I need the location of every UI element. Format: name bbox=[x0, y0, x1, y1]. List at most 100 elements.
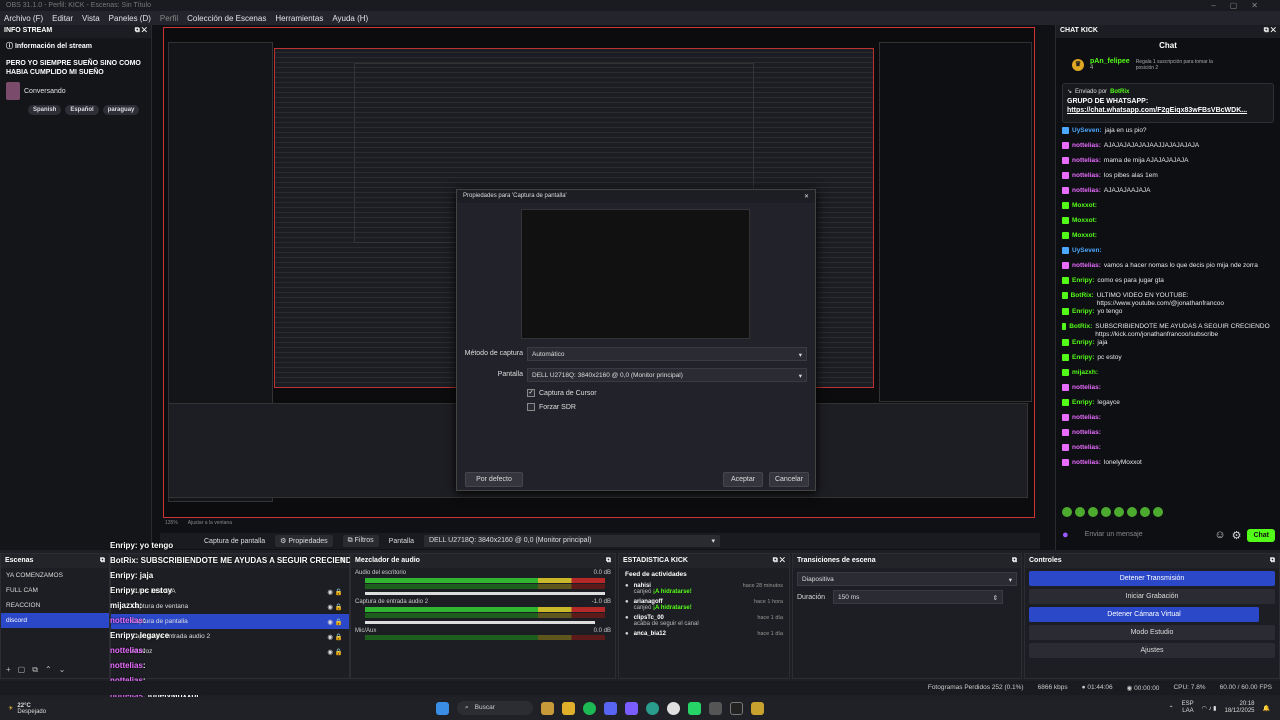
chrome-icon[interactable] bbox=[667, 701, 680, 715]
display-select[interactable]: DELL U2718Q: 3840x2160 @ 0,0 (Monitor pr… bbox=[423, 535, 720, 547]
menu-archivo[interactable]: Archivo (F) bbox=[4, 14, 43, 23]
chat-username[interactable]: nottelias: bbox=[1072, 444, 1101, 452]
obs-icon[interactable] bbox=[730, 701, 743, 715]
emote-icon[interactable] bbox=[1153, 507, 1163, 517]
menu-coleccion[interactable]: Colección de Escenas bbox=[187, 14, 266, 23]
display-select[interactable]: DELL U2718Q: 3840x2160 @ 0,0 (Monitor pr… bbox=[527, 368, 807, 382]
menu-herramientas[interactable]: Herramientas bbox=[275, 14, 323, 23]
chat-username[interactable]: nottelias: bbox=[1072, 429, 1101, 437]
menu-vista[interactable]: Vista bbox=[82, 14, 100, 23]
chat-username[interactable]: UySeven: bbox=[1072, 247, 1102, 255]
scene-controls[interactable]: +▢⧉⌃⌄ bbox=[6, 665, 72, 675]
dock-float-icon[interactable]: ⧉ bbox=[100, 557, 105, 565]
chat-username[interactable]: nottelias: bbox=[1072, 459, 1101, 467]
dock-float-icon[interactable]: ⧉ bbox=[606, 557, 611, 565]
emote-icon[interactable] bbox=[1075, 507, 1085, 517]
sdr-checkbox[interactable]: Forzar SDR bbox=[527, 403, 576, 411]
folder-icon[interactable] bbox=[562, 701, 575, 715]
clock[interactable]: 20:18 18/12/2025 bbox=[1224, 701, 1254, 715]
chat-username[interactable]: Enripy: bbox=[1072, 399, 1094, 407]
chat-username[interactable]: mijazxh: bbox=[1072, 369, 1098, 377]
chat-username[interactable]: Enripy: bbox=[1072, 277, 1094, 285]
wifi-icon[interactable]: ◠ ♪ ▮ bbox=[1202, 705, 1217, 712]
chat-username[interactable]: nottelias: bbox=[1072, 142, 1101, 150]
language-indicator[interactable]: ESP LAA bbox=[1182, 701, 1194, 715]
menu-paneles[interactable]: Paneles (D) bbox=[109, 14, 151, 23]
tag[interactable]: paraguay bbox=[102, 105, 140, 115]
chat-username[interactable]: nottelias: bbox=[1072, 384, 1101, 392]
notification-icon[interactable]: 🔔 bbox=[1263, 705, 1270, 712]
tag[interactable]: Spanish bbox=[28, 105, 62, 115]
dock-float-icon[interactable]: ⧉ bbox=[1270, 557, 1275, 565]
chat-input[interactable]: Enviar un mensaje bbox=[1075, 527, 1209, 543]
chat-username[interactable]: Enripy: bbox=[1072, 339, 1094, 347]
emote-icon[interactable] bbox=[1062, 507, 1072, 517]
transition-select[interactable]: Diapositiva ▾ bbox=[797, 572, 1017, 586]
menu-perfil[interactable]: Perfil bbox=[160, 14, 178, 23]
spotify-icon[interactable] bbox=[583, 701, 596, 715]
chat-username[interactable]: nottelias: bbox=[1072, 262, 1101, 270]
app-icon[interactable] bbox=[625, 701, 638, 715]
close-icon[interactable]: ✕ bbox=[804, 193, 809, 200]
edge-icon[interactable] bbox=[646, 701, 659, 715]
zoom-level[interactable]: 135% bbox=[165, 520, 178, 526]
windows-start-icon[interactable] bbox=[436, 701, 449, 715]
volume-slider[interactable] bbox=[365, 592, 605, 595]
method-select[interactable]: Automático ▾ bbox=[527, 347, 807, 361]
volume-slider[interactable] bbox=[365, 621, 595, 624]
taskbar-search[interactable]: ⌕ Buscar bbox=[457, 701, 533, 715]
stop-stream-button[interactable]: Detener Transmisión bbox=[1029, 571, 1275, 586]
chat-username[interactable]: nottelias: bbox=[1072, 172, 1101, 180]
chat-username[interactable]: nottelias: bbox=[1072, 414, 1101, 422]
app-icon[interactable] bbox=[541, 701, 554, 715]
scene-item[interactable]: FULL CAM bbox=[1, 583, 109, 598]
scene-item-selected[interactable]: discord bbox=[1, 613, 109, 628]
chat-username[interactable]: BotRix: bbox=[1071, 292, 1094, 300]
dock-close-icon[interactable]: ⧉ ✕ bbox=[773, 557, 785, 565]
dock-close-icon[interactable]: ⧉ ✕ bbox=[1264, 27, 1276, 36]
pinned-link[interactable]: https://chat.whatsapp.com/F2gEiqx83wFBsV… bbox=[1067, 107, 1247, 114]
menu-ayuda[interactable]: Ayuda (H) bbox=[332, 14, 368, 23]
chat-username[interactable]: Moxxot: bbox=[1072, 202, 1097, 210]
dock-close-icon[interactable]: ⧉ ✕ bbox=[135, 27, 147, 36]
duration-input[interactable]: 150 ms ⇕ bbox=[833, 590, 1004, 604]
scene-item[interactable]: YA COMENZAMOS bbox=[1, 568, 109, 583]
cursor-checkbox[interactable]: ✓ Captura de Cursor bbox=[527, 389, 597, 397]
chat-username[interactable]: BotRix: bbox=[1069, 323, 1092, 331]
chat-username[interactable]: Moxxot: bbox=[1072, 232, 1097, 240]
scene-item[interactable]: REACCION bbox=[1, 598, 109, 613]
emoji-icon[interactable]: ☺ bbox=[1214, 529, 1225, 541]
chat-username[interactable]: Enripy: bbox=[1072, 354, 1094, 362]
chat-username[interactable]: nottelias: bbox=[1072, 187, 1101, 195]
cancel-button[interactable]: Cancelar bbox=[769, 472, 809, 487]
leaderboard-item[interactable]: ♛ pAn_felipee 4 Regala 1 suscripción par… bbox=[1056, 54, 1280, 75]
tag[interactable]: Español bbox=[65, 105, 99, 115]
app-icon[interactable] bbox=[751, 701, 764, 715]
dock-float-icon[interactable]: ⧉ bbox=[1012, 557, 1017, 565]
accept-button[interactable]: Aceptar bbox=[723, 472, 763, 487]
emote-icon[interactable] bbox=[1101, 507, 1111, 517]
studio-mode-button[interactable]: Modo Estudio bbox=[1029, 625, 1275, 640]
chat-username[interactable]: Moxxot: bbox=[1072, 217, 1097, 225]
app-icon[interactable] bbox=[709, 701, 722, 715]
gear-icon[interactable]: ⚙ bbox=[1232, 529, 1242, 542]
window-controls[interactable]: –▢✕ bbox=[1211, 1, 1272, 10]
tray-chevron-icon[interactable]: ⌃ bbox=[1169, 705, 1174, 712]
emote-icon[interactable] bbox=[1127, 507, 1137, 517]
chat-send-button[interactable]: Chat bbox=[1247, 528, 1275, 542]
emote-icon[interactable] bbox=[1140, 507, 1150, 517]
weather-widget[interactable]: ☀ 22°C Despejado bbox=[0, 703, 46, 715]
menu-editar[interactable]: Editar bbox=[52, 14, 73, 23]
chat-username[interactable]: nottelias: bbox=[1072, 157, 1101, 165]
discord-icon[interactable] bbox=[604, 701, 617, 715]
chat-username[interactable]: UySeven: bbox=[1072, 127, 1102, 135]
start-recording-button[interactable]: Iniciar Grabación bbox=[1029, 589, 1275, 604]
fit-window[interactable]: Ajustar a la ventana bbox=[188, 520, 232, 526]
emote-icon[interactable] bbox=[1114, 507, 1124, 517]
settings-button[interactable]: Ajustes bbox=[1029, 643, 1275, 658]
mic-icon[interactable]: ● bbox=[1062, 529, 1069, 541]
stop-virtual-cam-button[interactable]: Detener Cámara Virtual bbox=[1029, 607, 1259, 622]
whatsapp-icon[interactable] bbox=[688, 701, 701, 715]
emote-icon[interactable] bbox=[1088, 507, 1098, 517]
defaults-button[interactable]: Por defecto bbox=[465, 472, 523, 487]
